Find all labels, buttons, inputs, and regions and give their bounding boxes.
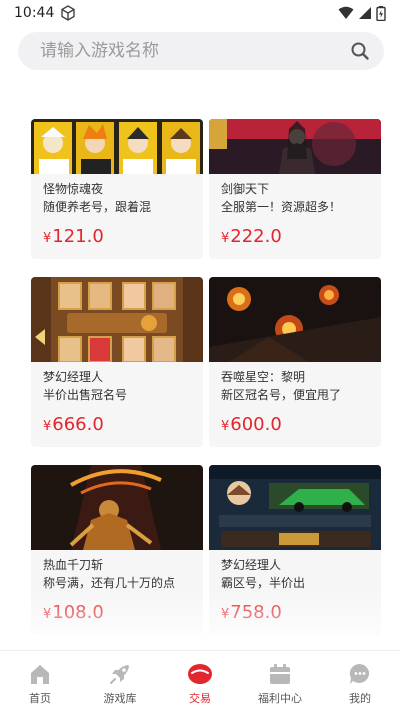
listing-thumbnail — [31, 277, 203, 362]
listing-thumbnail — [31, 465, 203, 550]
calendar-icon — [270, 664, 290, 684]
trade-icon — [188, 664, 212, 684]
rocket-icon — [110, 665, 129, 684]
listing-card[interactable]: 剑御天下 全服第一！资源超多！ ¥222.0 — [209, 119, 381, 259]
status-bar: 10:44 — [0, 0, 400, 26]
listing-card[interactable]: 梦幻经理人 霸区号，半价出 ¥758.0 — [209, 465, 381, 635]
nav-label: 游戏库 — [103, 692, 137, 705]
listing-title: 热血千刀斩 — [43, 558, 104, 572]
listing-thumbnail — [209, 119, 381, 174]
currency-symbol: ¥ — [221, 419, 230, 434]
currency-symbol: ¥ — [43, 231, 52, 246]
currency-symbol: ¥ — [43, 607, 52, 622]
listing-title: 梦幻经理人 — [43, 370, 104, 384]
home-icon — [31, 665, 49, 684]
currency-symbol: ¥ — [43, 419, 52, 434]
listing-price: ¥600.0 — [221, 414, 381, 438]
nav-label: 交易 — [189, 692, 211, 705]
listing-description: 全服第一！资源超多！ — [221, 200, 342, 214]
nav-label: 我的 — [349, 692, 371, 705]
search-icon[interactable] — [350, 41, 370, 61]
listing-price: ¥666.0 — [43, 414, 203, 438]
listing-description: 霸区号，半价出 — [221, 576, 306, 590]
search-input[interactable] — [40, 41, 350, 61]
listing-grid: 怪物惊魂夜 随便养老号，跟着混 ¥121.0 剑御天下 全服第一！资源超多！ ¥… — [31, 119, 381, 635]
listing-card[interactable]: 吞噬星空：黎明 新区冠名号，便宜甩了 ¥600.0 — [209, 277, 381, 447]
chat-icon — [349, 663, 370, 684]
listing-thumbnail — [209, 277, 381, 362]
listing-price: ¥108.0 — [43, 602, 203, 626]
price-value: 600.0 — [230, 414, 282, 435]
bottom-nav: 首页 游戏库 交易 福利中心 我的 — [0, 650, 400, 710]
currency-symbol: ¥ — [221, 231, 230, 246]
currency-symbol: ¥ — [221, 607, 230, 622]
listing-thumbnail — [31, 119, 203, 174]
price-value: 222.0 — [230, 226, 282, 247]
cube-icon — [61, 5, 76, 21]
nav-item-mine[interactable]: 我的 — [320, 651, 400, 710]
price-value: 108.0 — [52, 602, 104, 623]
status-indicators — [338, 5, 386, 21]
listing-title: 梦幻经理人 — [221, 558, 282, 572]
listing-title: 怪物惊魂夜 — [43, 182, 104, 196]
status-time: 10:44 — [14, 5, 55, 21]
search-bar[interactable] — [18, 32, 384, 70]
nav-item-home[interactable]: 首页 — [0, 651, 80, 710]
signal-icon — [359, 7, 371, 19]
listing-description: 半价出售冠名号 — [43, 388, 128, 402]
listing-card[interactable]: 怪物惊魂夜 随便养老号，跟着混 ¥121.0 — [31, 119, 203, 259]
listing-card[interactable]: 梦幻经理人 半价出售冠名号 ¥666.0 — [31, 277, 203, 447]
nav-label: 首页 — [29, 692, 51, 705]
listing-price: ¥758.0 — [221, 602, 381, 626]
listing-title: 吞噬星空：黎明 — [221, 370, 306, 384]
listing-description: 随便养老号，跟着混 — [43, 200, 152, 214]
listing-price: ¥121.0 — [43, 226, 203, 250]
nav-item-game-library[interactable]: 游戏库 — [80, 651, 160, 710]
nav-item-trade[interactable]: 交易 — [160, 651, 240, 710]
price-value: 121.0 — [52, 226, 104, 247]
listing-thumbnail — [209, 465, 381, 550]
wifi-icon — [338, 6, 354, 19]
listing-description: 称号满，还有几十万的点 — [43, 576, 176, 590]
listing-card[interactable]: 热血千刀斩 称号满，还有几十万的点 ¥108.0 — [31, 465, 203, 635]
battery-icon — [376, 5, 386, 21]
listing-title: 剑御天下 — [221, 182, 270, 196]
price-value: 666.0 — [52, 414, 104, 435]
nav-item-welfare-center[interactable]: 福利中心 — [240, 651, 320, 710]
nav-label: 福利中心 — [258, 692, 302, 705]
listing-price: ¥222.0 — [221, 226, 381, 250]
price-value: 758.0 — [230, 602, 282, 623]
listing-description: 新区冠名号，便宜甩了 — [221, 388, 342, 402]
